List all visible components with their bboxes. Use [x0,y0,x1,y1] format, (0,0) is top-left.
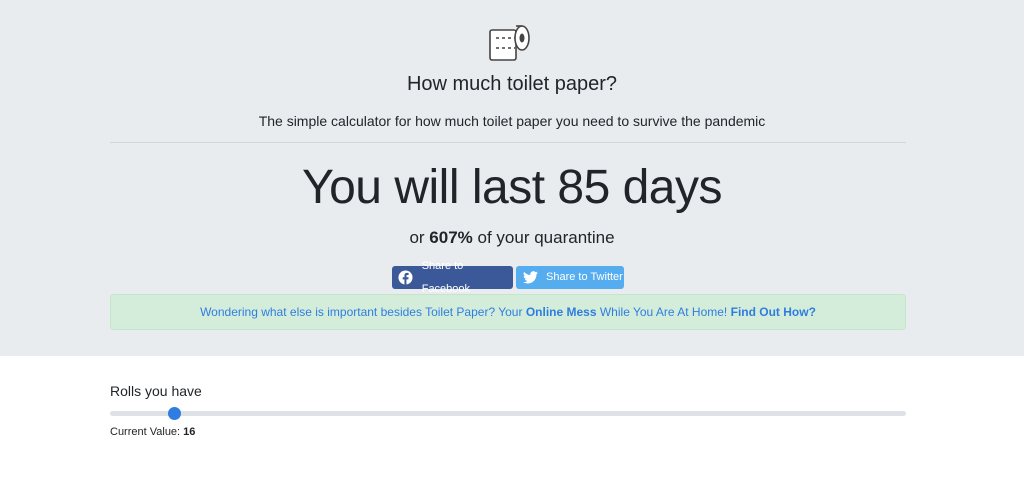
hero-section: How much toilet paper? The simple calcul… [0,0,1024,356]
share-twitter-button[interactable]: Share to Twitter [516,266,624,289]
facebook-icon [398,270,414,286]
result-prefix: You will last [302,161,545,214]
result-suffix: days [622,161,723,214]
rolls-label: Rolls you have [110,383,202,399]
result-percentage: or 607% of your quarantine [0,227,1024,249]
promo-highlight: Online Mess [525,305,597,319]
pct-value: 607% [429,228,473,247]
rolls-slider-thumb[interactable] [167,407,181,420]
promo-text: Wondering what else is important besides… [200,305,523,319]
rolls-slider-track[interactable] [110,411,906,416]
share-twitter-label: Share to Twitter [546,271,623,283]
current-value: Current Value: 16 [110,425,195,439]
page-subtitle: The simple calculator for how much toile… [258,113,766,129]
promo-link[interactable]: Find Out How? [731,305,816,319]
twitter-icon [522,270,538,286]
toilet-paper-icon [489,25,530,61]
divider [110,142,906,143]
current-value-label: Current Value: [110,426,181,438]
current-value-number: 16 [183,426,196,438]
result-headline: You will last 85 days [0,158,1024,218]
promo-text-middle: While You Are At Home! [599,305,728,319]
pct-prefix: or [409,228,425,247]
result-days: 85 [557,161,610,214]
share-facebook-button[interactable]: Share to Facebook [392,260,513,295]
page-title: How much toilet paper? [406,73,618,95]
pct-suffix: of your quarantine [477,228,615,247]
promo-banner: Wondering what else is important besides… [110,294,906,330]
